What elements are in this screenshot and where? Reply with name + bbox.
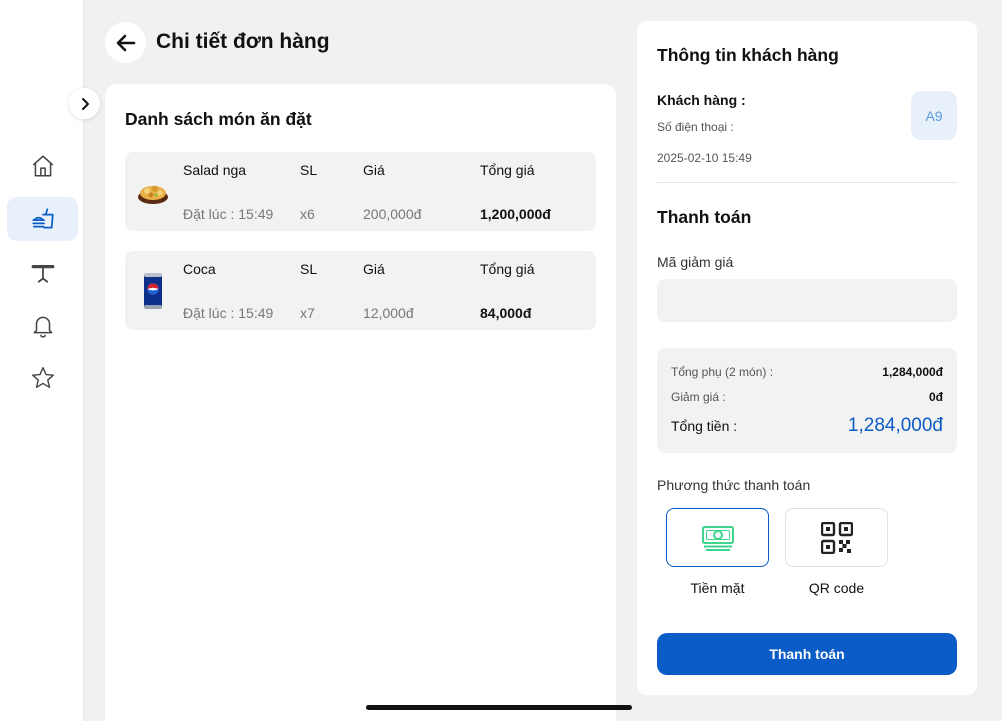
cash-icon [701, 525, 734, 551]
qty-header: SL [300, 261, 318, 277]
star-icon [31, 367, 54, 389]
item-name: Coca [183, 261, 216, 277]
item-ordered-at: Đặt lúc : 15:49 [183, 206, 274, 222]
payment-method-qr[interactable] [785, 508, 888, 567]
price-header: Giá [363, 261, 385, 277]
salad-image [138, 185, 168, 204]
item-total: 84,000đ [480, 305, 532, 321]
total-label: Tổng tiền : [671, 418, 738, 434]
divider [657, 182, 957, 183]
bell-icon [33, 316, 52, 338]
customer-info-title: Thông tin khách hàng [657, 45, 839, 65]
price-summary: Tổng phụ (2 món) : 1,284,000đ Giảm giá :… [657, 348, 957, 453]
order-list-panel: Danh sách món ăn đặt Salad nga SL Giá Tổ… [105, 84, 616, 721]
total-header: Tổng giá [480, 162, 535, 178]
item-price: 200,000đ [363, 206, 422, 222]
sidebar-item-orders[interactable] [7, 197, 78, 241]
table-badge: A9 [911, 91, 957, 140]
subtotal-value: 1,284,000đ [882, 365, 943, 379]
discount-amount-value: 0đ [928, 390, 943, 404]
food-order-icon [31, 208, 54, 229]
arrow-left-icon [116, 34, 135, 51]
sidebar-item-favorites[interactable] [7, 356, 78, 400]
order-item-card[interactable]: Coca SL Giá Tổng giá Đặt lúc : 15:49 x7 … [125, 251, 596, 330]
payment-method-qr-label: QR code [808, 580, 865, 596]
item-total: 1,200,000đ [480, 206, 551, 222]
discount-code-label: Mã giảm giá [657, 254, 734, 270]
sidebar-item-home[interactable] [7, 144, 78, 188]
chevron-right-icon [81, 97, 89, 110]
price-header: Giá [363, 162, 385, 178]
order-list-heading: Danh sách món ăn đặt [125, 109, 312, 129]
order-item-card[interactable]: Salad nga SL Giá Tổng giá Đặt lúc : 15:4… [125, 152, 596, 231]
discount-code-input[interactable] [657, 279, 957, 322]
payment-method-cash[interactable] [666, 508, 769, 567]
customer-phone-label: Số điện thoại : [657, 120, 734, 134]
submit-payment-button[interactable]: Thanh toán [657, 633, 957, 675]
page-title: Chi tiết đơn hàng [156, 30, 330, 53]
total-header: Tổng giá [480, 261, 535, 277]
qr-code-icon [820, 521, 853, 554]
discount-amount-label: Giảm giá : [671, 390, 726, 404]
table-icon [31, 264, 54, 283]
item-price: 12,000đ [363, 305, 414, 321]
cola-can-image [144, 273, 162, 309]
order-summary-panel: Thông tin khách hàng Khách hàng : Số điệ… [637, 21, 977, 695]
back-button[interactable] [105, 22, 146, 63]
home-indicator [366, 705, 632, 710]
payment-method-cash-label: Tiền mặt [690, 580, 745, 596]
subtotal-label: Tổng phụ (2 món) : [671, 365, 774, 379]
item-qty: x6 [300, 206, 315, 222]
item-name: Salad nga [183, 162, 247, 178]
home-icon [32, 155, 53, 177]
qty-header: SL [300, 162, 318, 178]
item-ordered-at: Đặt lúc : 15:49 [183, 305, 274, 321]
payment-title: Thanh toán [657, 207, 752, 227]
total-value: 1,284,000đ [847, 415, 943, 436]
payment-method-label: Phương thức thanh toán [657, 477, 811, 493]
sidebar-item-notifications[interactable] [7, 303, 78, 347]
sidebar-toggle-button[interactable] [69, 88, 100, 119]
item-qty: x7 [300, 305, 315, 321]
customer-name-label: Khách hàng : [657, 92, 746, 108]
sidebar-item-tables[interactable] [7, 250, 78, 294]
order-datetime: 2025-02-10 15:49 [657, 151, 752, 165]
